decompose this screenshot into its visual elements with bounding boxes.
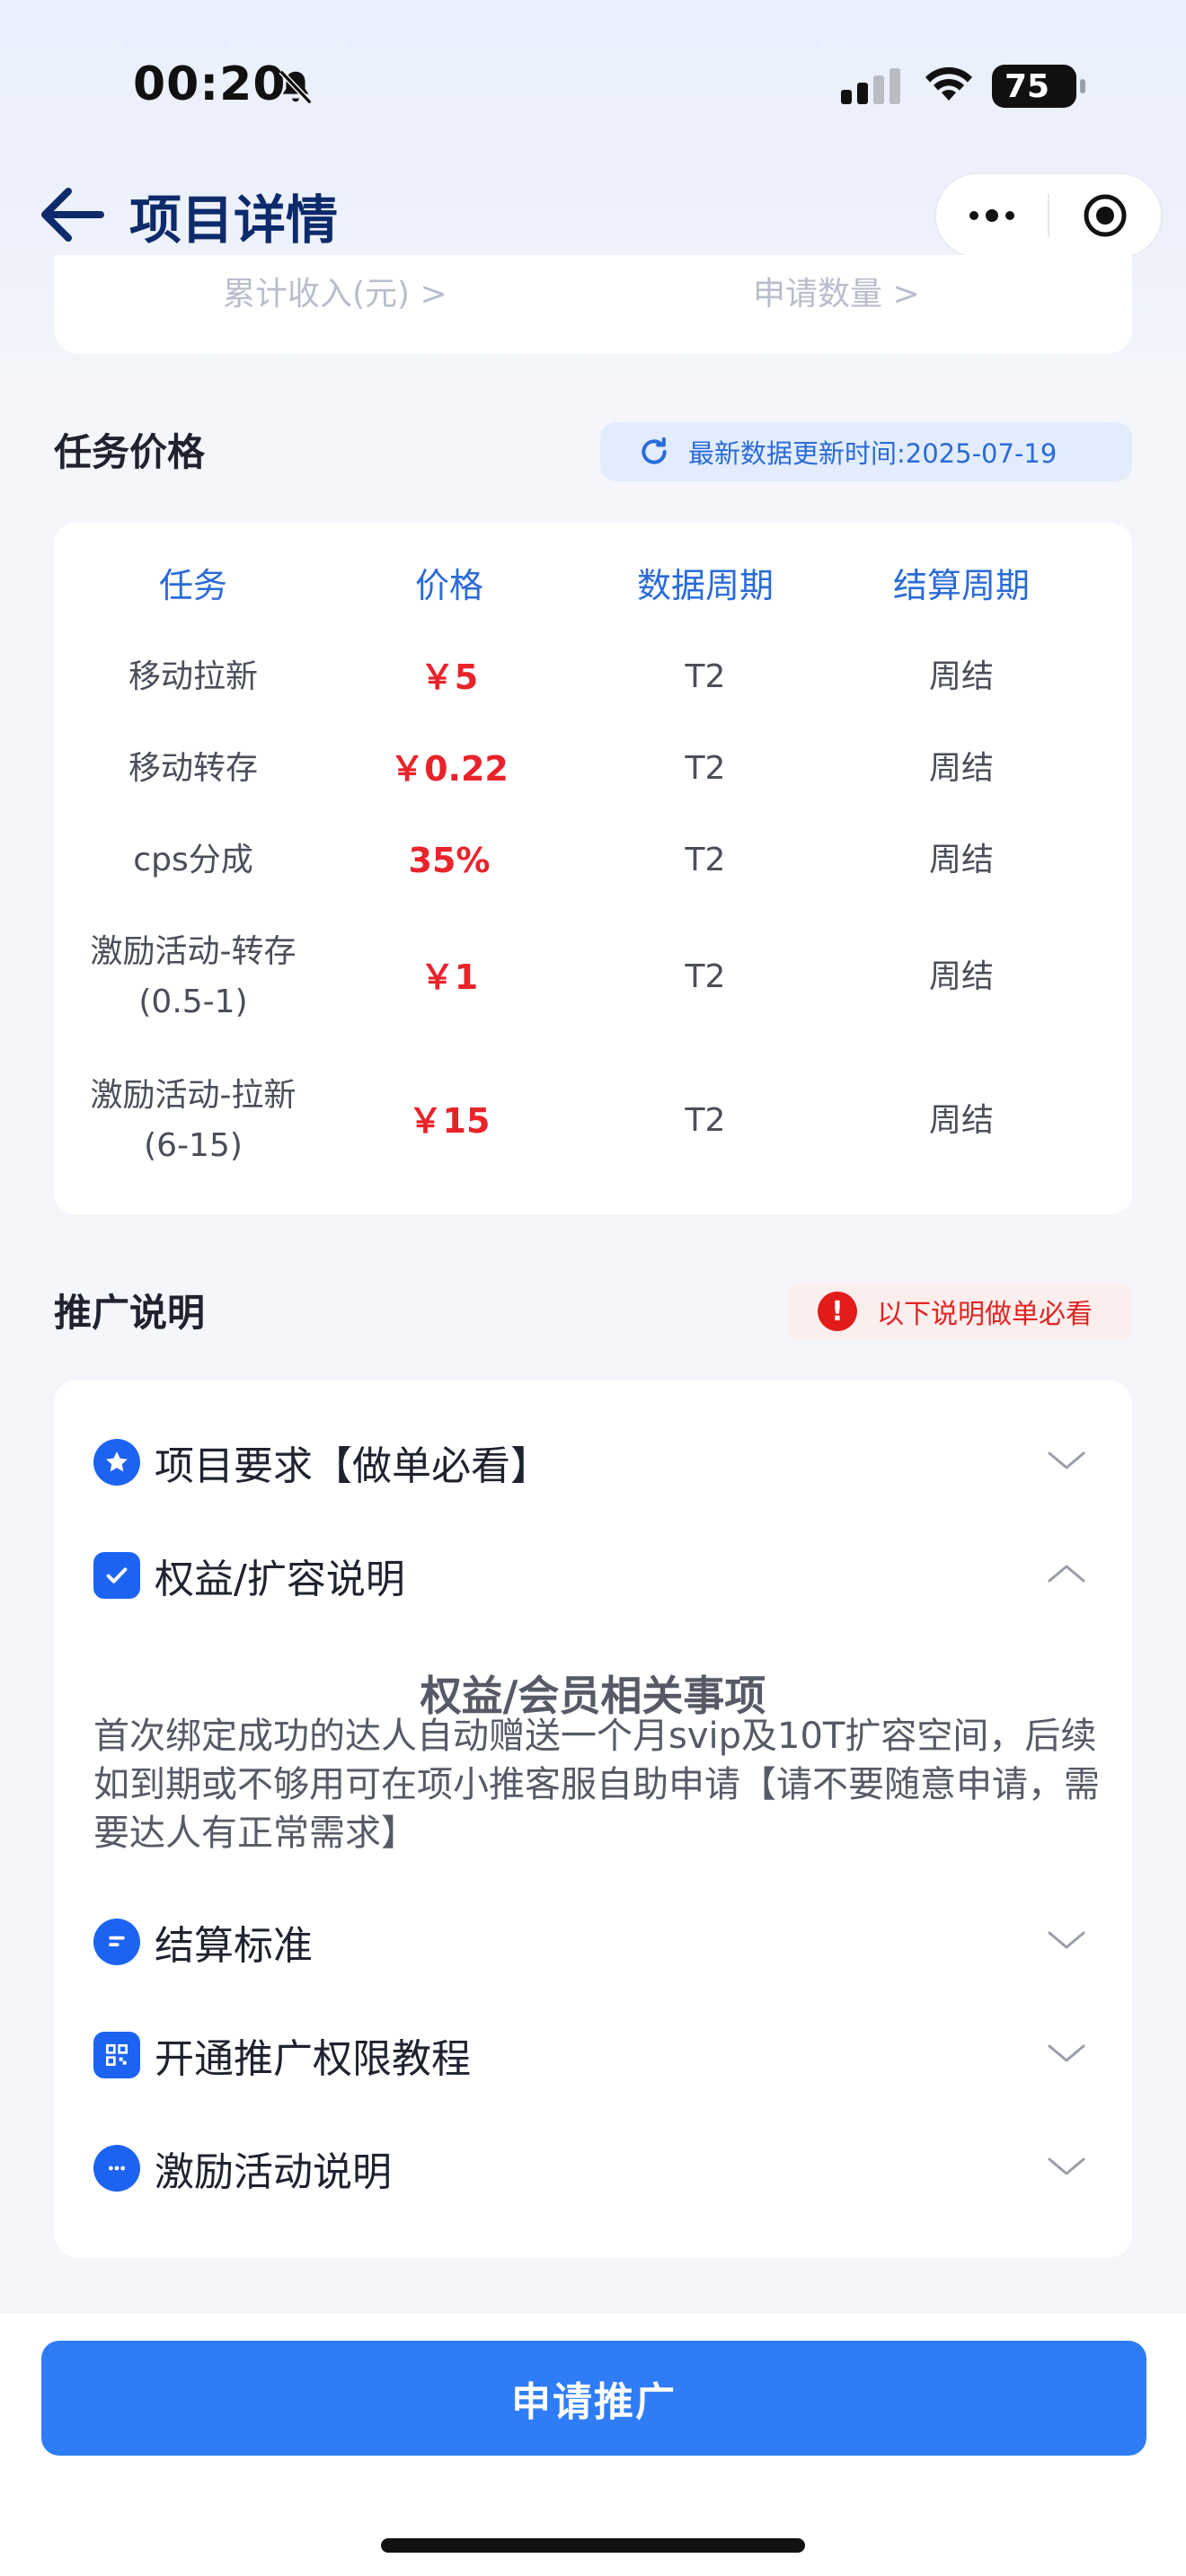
page: 00:20 75 项目详情 累计收入(元) > 申请数量 > 任务价格 最新数据… <box>0 0 1186 2576</box>
task-name: 激励活动-拉新 <box>90 1077 296 1114</box>
task-settle-cycle: 周结 <box>928 1102 994 1139</box>
task-name-sub: (6-15) <box>144 1127 243 1164</box>
update-time-badge[interactable]: 最新数据更新时间:2025-07-19 <box>600 422 1132 481</box>
accordion-label: 结算标准 <box>155 1923 313 1969</box>
battery-level: 75 <box>1005 67 1050 105</box>
apply-count-link[interactable]: 申请数量 > <box>753 268 920 314</box>
star-icon <box>93 1439 140 1486</box>
task-price: 35% <box>408 841 491 880</box>
task-price: ￥1 <box>420 957 479 997</box>
promo-card: 项目要求【做单必看】 权益/扩容说明 权益/会员相关事项 首次绑定成功的达人自动… <box>54 1380 1132 2258</box>
accordion-label: 项目要求【做单必看】 <box>155 1443 550 1489</box>
table-row: 激励活动-拉新 (6-15) ￥15 T2 周结 <box>54 1071 1132 1171</box>
table-header-row: 任务 价格 数据周期 结算周期 <box>54 560 1132 611</box>
table-row: 移动转存 ￥0.22 T2 周结 <box>54 744 1132 794</box>
close-miniprogram-button[interactable] <box>1049 174 1161 257</box>
task-data-cycle: T2 <box>685 842 726 878</box>
target-icon <box>1084 194 1127 237</box>
task-price: ￥5 <box>420 657 479 697</box>
chevron-down-icon <box>1048 2044 1085 2062</box>
document-icon <box>93 1919 140 1965</box>
task-settle-cycle: 周结 <box>928 658 994 695</box>
signal-icon <box>841 68 900 104</box>
table-row: 激励活动-转存 (0.5-1) ￥1 T2 周结 <box>54 927 1132 1028</box>
warning-text: 以下说明做单必看 <box>877 1299 1093 1330</box>
task-price: ￥0.22 <box>390 749 509 789</box>
update-time-text: 最新数据更新时间:2025-07-19 <box>688 438 1058 469</box>
chevron-down-icon <box>1048 1931 1085 1949</box>
status-bar: 00:20 75 <box>0 0 1186 153</box>
task-price: ￥15 <box>408 1101 491 1141</box>
more-dots-icon <box>969 209 1014 222</box>
task-name: 移动转存 <box>128 750 258 787</box>
task-data-cycle: T2 <box>685 750 726 787</box>
task-data-cycle: T2 <box>685 658 726 695</box>
header-data-cycle: 数据周期 <box>636 566 774 605</box>
chevron-down-icon <box>1048 2157 1085 2175</box>
home-indicator[interactable] <box>381 2538 805 2553</box>
table-row: cps分成 35% T2 周结 <box>54 835 1132 886</box>
more-button[interactable] <box>936 174 1048 257</box>
bell-muted-icon <box>279 69 313 105</box>
chevron-up-icon <box>1048 1565 1085 1583</box>
total-income-link[interactable]: 累计收入(元) > <box>223 268 447 314</box>
warning-badge: ! 以下说明做单必看 <box>787 1283 1132 1340</box>
chevron-down-icon <box>1048 1451 1085 1469</box>
task-settle-cycle: 周结 <box>928 842 994 878</box>
task-data-cycle: T2 <box>685 1102 726 1139</box>
accordion-item-incentive[interactable]: 激励活动说明 <box>54 2122 1132 2211</box>
accordion-label: 开通推广权限教程 <box>155 2036 471 2082</box>
qrcode-icon <box>93 2032 140 2078</box>
header-price: 价格 <box>414 566 483 605</box>
benefits-description: 首次绑定成功的达人自动赠送一个月svip及10T扩容空间，后续如到期或不够用可在… <box>93 1716 1100 1854</box>
accordion-item-tutorial[interactable]: 开通推广权限教程 <box>54 2008 1132 2098</box>
task-price-title: 任务价格 <box>54 430 206 474</box>
task-name: 移动拉新 <box>128 658 258 695</box>
page-title: 项目详情 <box>129 190 339 251</box>
refresh-icon <box>642 437 667 464</box>
task-name-sub: (0.5-1) <box>138 984 248 1020</box>
miniprogram-capsule <box>934 172 1163 259</box>
task-settle-cycle: 周结 <box>928 958 994 995</box>
price-table-card: 任务 价格 数据周期 结算周期 移动拉新 ￥5 T2 周结 移动转存 ￥0.22… <box>54 523 1132 1214</box>
apply-promotion-button[interactable]: 申请推广 <box>41 2341 1146 2456</box>
stats-card: 累计收入(元) > 申请数量 > <box>54 255 1132 354</box>
chat-icon <box>93 2145 140 2192</box>
accordion-item-requirements[interactable]: 项目要求【做单必看】 <box>54 1416 1132 1505</box>
task-name-cell: 激励活动-转存 (0.5-1) <box>54 927 332 1028</box>
task-settle-cycle: 周结 <box>928 750 994 787</box>
task-name-cell: 激励活动-拉新 (6-15) <box>54 1071 332 1171</box>
back-arrow-icon[interactable] <box>36 183 108 246</box>
wifi-icon <box>925 66 972 101</box>
status-time: 00:20 <box>133 57 287 111</box>
table-row: 移动拉新 ￥5 T2 周结 <box>54 652 1132 702</box>
header-settle-cycle: 结算周期 <box>892 566 1030 605</box>
task-name: cps分成 <box>133 842 253 878</box>
task-data-cycle: T2 <box>685 958 726 995</box>
task-name: 激励活动-转存 <box>90 933 296 970</box>
alert-icon: ! <box>818 1292 857 1331</box>
accordion-label: 权益/扩容说明 <box>155 1557 405 1602</box>
accordion-item-settlement[interactable]: 结算标准 <box>54 1895 1132 1985</box>
nav-bar: 项目详情 <box>0 162 1186 269</box>
accordion-label: 激励活动说明 <box>155 2149 392 2195</box>
accordion-item-benefits[interactable]: 权益/扩容说明 <box>54 1529 1132 1619</box>
promo-title: 推广说明 <box>54 1291 206 1335</box>
battery-indicator: 75 <box>992 65 1085 108</box>
check-icon <box>93 1552 140 1599</box>
header-task: 任务 <box>158 566 227 605</box>
